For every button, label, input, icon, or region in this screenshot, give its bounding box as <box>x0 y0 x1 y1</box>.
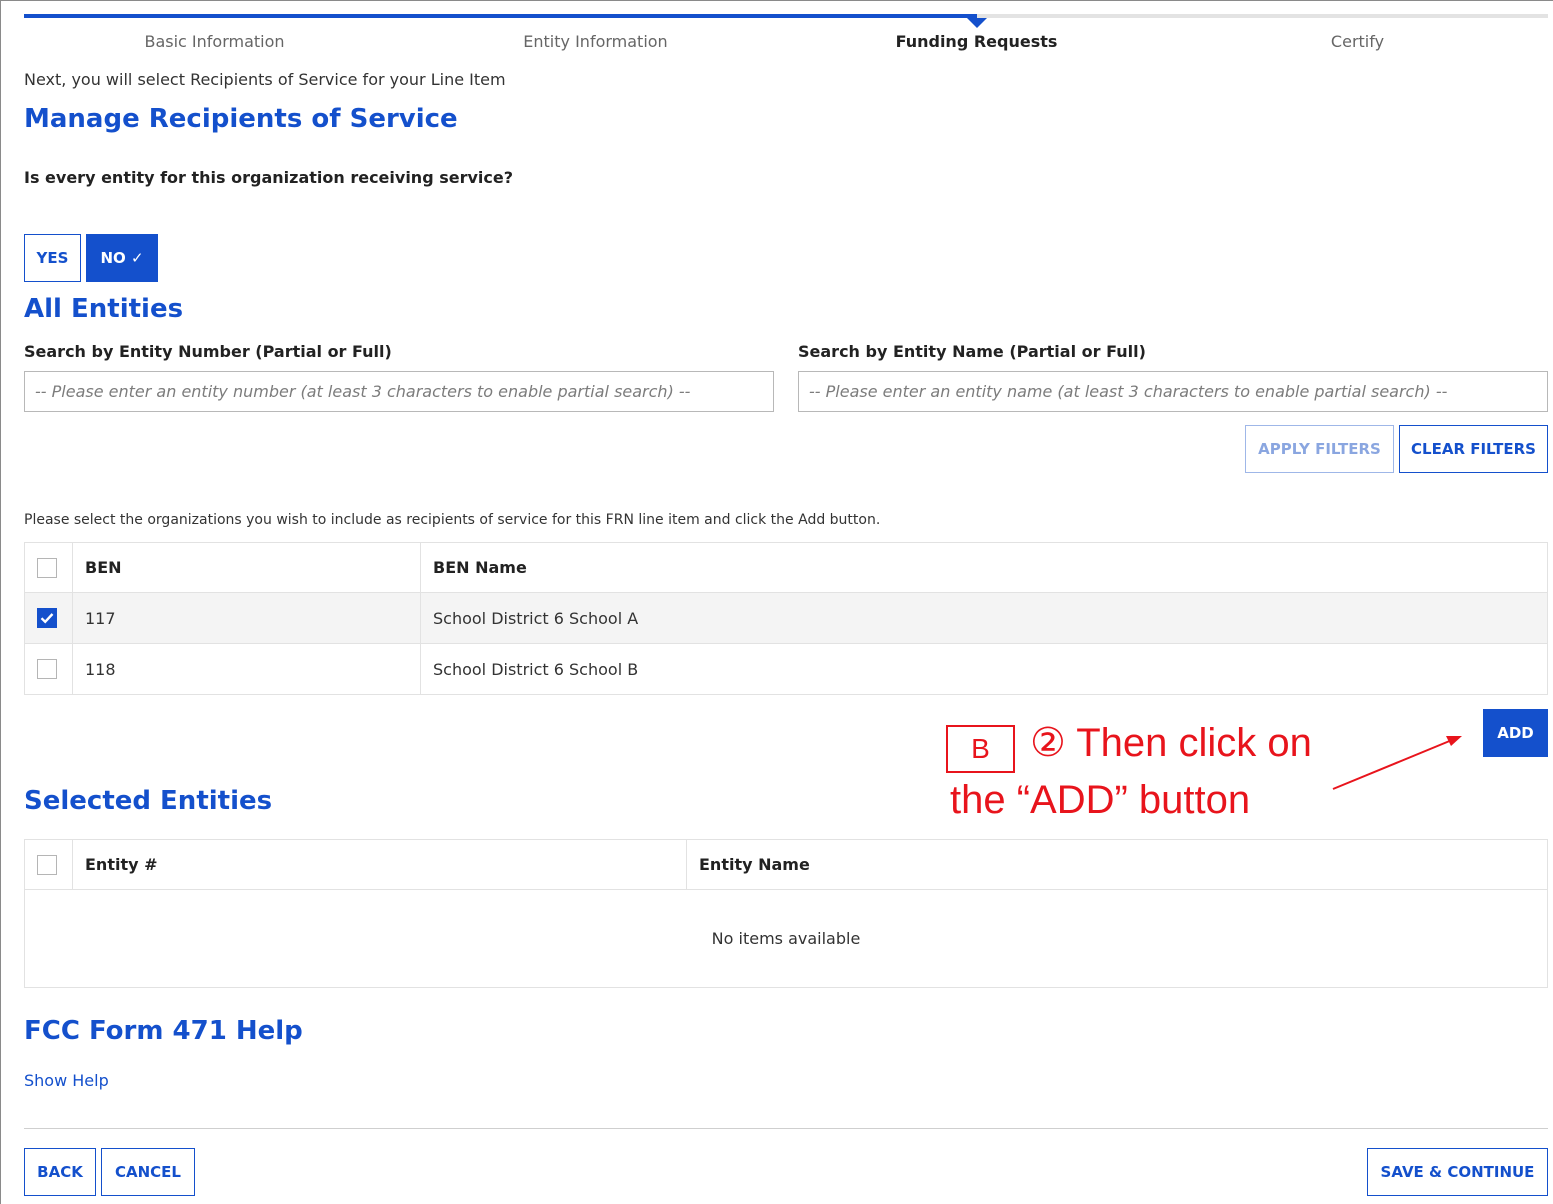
selected-entities-title: Selected Entities <box>24 786 273 816</box>
progress-stepper: Basic Information Entity Information Fun… <box>24 14 1548 64</box>
all-entities-title: All Entities <box>24 294 184 324</box>
column-header-entity-name[interactable]: Entity Name <box>686 840 1547 889</box>
column-header-ben-name[interactable]: BEN Name <box>420 543 1547 592</box>
annotation-text-line2: the “ADD” button <box>950 778 1251 822</box>
intro-text: Next, you will select Recipients of Serv… <box>24 70 506 89</box>
cell-ben-name: School District 6 School B <box>420 644 1547 694</box>
step-basic-information[interactable]: Basic Information <box>24 32 405 51</box>
entity-number-input[interactable] <box>24 371 774 412</box>
select-all-cell <box>25 543 72 592</box>
apply-filters-button[interactable]: APPLY FILTERS <box>1245 425 1394 473</box>
row-checkbox-cell <box>25 593 72 643</box>
manage-recipients-title: Manage Recipients of Service <box>24 104 458 134</box>
entity-name-input[interactable] <box>798 371 1548 412</box>
add-button[interactable]: ADD <box>1483 709 1548 757</box>
table-row[interactable]: 118 School District 6 School B <box>25 643 1547 694</box>
selected-entities-table: Entity # Entity Name No items available <box>24 839 1548 988</box>
table-header-row: BEN BEN Name <box>25 543 1547 592</box>
yes-button[interactable]: YES <box>24 234 81 282</box>
cancel-button[interactable]: CANCEL <box>101 1148 195 1196</box>
annotation-text-line1: ② Then click on <box>1030 721 1312 765</box>
cell-ben-name: School District 6 School A <box>420 593 1547 643</box>
check-icon <box>40 613 54 624</box>
progress-track-fill <box>24 14 977 18</box>
progress-pointer-icon <box>966 18 987 28</box>
empty-state-text: No items available <box>25 889 1547 987</box>
step-certify[interactable]: Certify <box>1167 32 1548 51</box>
table-row[interactable]: 117 School District 6 School A <box>25 592 1547 643</box>
selection-instruction: Please select the organizations you wish… <box>24 512 881 528</box>
cell-ben: 118 <box>72 644 420 694</box>
select-all-checkbox[interactable] <box>37 854 57 875</box>
step-entity-information[interactable]: Entity Information <box>405 32 786 51</box>
entity-question: Is every entity for this organization re… <box>24 168 514 187</box>
row-checkbox-checked[interactable] <box>37 608 57 628</box>
cell-ben: 117 <box>72 593 420 643</box>
step-funding-requests[interactable]: Funding Requests <box>786 32 1167 51</box>
annotation-box-letter: B <box>971 733 990 764</box>
table-header-row: Entity # Entity Name <box>25 840 1547 889</box>
row-checkbox[interactable] <box>37 659 57 679</box>
footer-divider <box>24 1128 1548 1129</box>
show-help-link[interactable]: Show Help <box>24 1071 109 1090</box>
save-continue-button[interactable]: SAVE & CONTINUE <box>1367 1148 1548 1196</box>
column-header-ben[interactable]: BEN <box>72 543 420 592</box>
back-button[interactable]: BACK <box>24 1148 96 1196</box>
search-name-label: Search by Entity Name (Partial or Full) <box>798 342 1146 361</box>
clear-filters-button[interactable]: CLEAR FILTERS <box>1399 425 1548 473</box>
row-checkbox-cell <box>25 644 72 694</box>
select-all-checkbox[interactable] <box>37 557 57 578</box>
progress-steps: Basic Information Entity Information Fun… <box>24 32 1548 51</box>
column-header-entity-number[interactable]: Entity # <box>72 840 686 889</box>
no-button[interactable]: NO ✓ <box>86 234 158 282</box>
select-all-cell <box>25 840 72 889</box>
all-entities-table: BEN BEN Name 117 School District 6 Schoo… <box>24 542 1548 695</box>
search-number-label: Search by Entity Number (Partial or Full… <box>24 342 392 361</box>
help-title: FCC Form 471 Help <box>24 1016 303 1046</box>
